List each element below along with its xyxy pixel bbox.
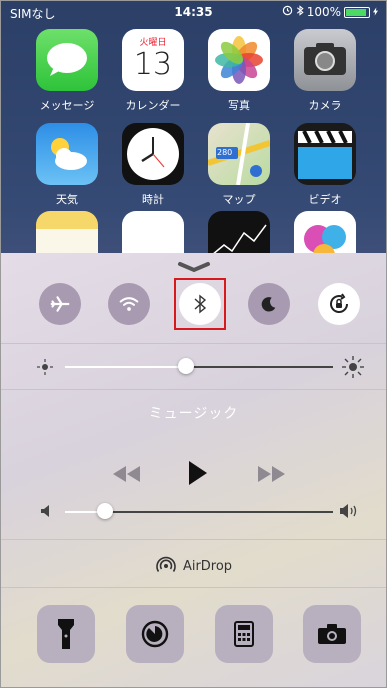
wifi-icon [119,297,139,311]
charging-icon [373,5,378,19]
camera-button[interactable] [303,605,361,663]
divider [1,343,386,344]
maps-icon: 280 [208,123,270,185]
calendar-icon: 火曜日 13 [122,29,184,91]
clock-icon [122,123,184,185]
screen: SIMなし 14:35 100% メッセージ 火曜日 13 カレンダー 写真 カ… [0,0,387,688]
calculator-button[interactable] [215,605,273,663]
do-not-disturb-toggle[interactable] [248,283,290,325]
chevron-down-icon[interactable] [176,261,212,273]
app-label: 写真 [228,99,250,112]
app-videos[interactable]: ビデオ [285,123,365,207]
weather-icon [36,123,98,185]
battery-icon [344,6,370,18]
airdrop-label: AirDrop [182,558,233,574]
bluetooth-status-icon [296,5,304,19]
moon-icon [261,297,276,312]
app-weather[interactable]: 天気 [27,123,107,207]
status-bar: SIMなし 14:35 100% [1,1,386,21]
music-title: ミュージック [148,406,239,422]
app-label: カレンダー [125,99,181,112]
camera-app-icon [294,29,356,91]
maps-badge: 280 [217,148,233,157]
airdrop-icon [156,556,176,572]
app-clock[interactable]: 時計 [113,123,193,207]
battery-percent: 100% [306,5,341,19]
app-label: メッセージ [39,99,95,112]
brightness-low-icon [37,359,53,375]
divider [1,539,386,540]
app-label: カメラ [308,99,342,112]
app-maps[interactable]: 280 マップ [199,123,279,207]
app-messages[interactable]: メッセージ [27,29,107,113]
brightness-high-icon [342,356,364,378]
app-camera[interactable]: カメラ [285,29,365,113]
rotation-lock-icon [330,293,348,313]
timer-button[interactable] [126,605,184,663]
play-icon[interactable] [187,459,209,487]
app-photos[interactable]: 写真 [199,29,279,113]
control-center: ミュージック AirDrop [1,253,386,687]
airdrop-button[interactable]: AirDrop [1,555,386,577]
volume-low-icon [41,505,49,517]
messages-icon [36,29,98,91]
app-label: 時計 [142,193,164,206]
bluetooth-highlight-box [174,278,226,330]
alarm-icon [282,5,293,19]
status-right: 100% [282,5,378,19]
airplane-icon [50,296,70,312]
app-label: マップ [222,193,256,206]
calculator-icon [234,621,254,647]
camera-icon [318,624,346,644]
divider [1,389,386,390]
divider [1,587,386,588]
flashlight-icon [58,619,74,649]
airplane-mode-toggle[interactable] [39,283,81,325]
brightness-knob[interactable] [177,358,194,374]
rewind-icon[interactable] [111,465,141,483]
volume-high-icon [340,504,357,518]
fast-forward-icon[interactable] [257,465,287,483]
videos-icon [294,123,356,185]
timer-icon [141,620,169,648]
wifi-toggle[interactable] [108,283,150,325]
calendar-day: 13 [133,47,173,82]
rotation-lock-toggle[interactable] [318,283,360,325]
volume-knob[interactable] [97,503,114,519]
app-calendar[interactable]: 火曜日 13 カレンダー [113,29,193,113]
brightness-fill [65,366,186,368]
photos-icon [208,29,270,91]
flashlight-button[interactable] [37,605,95,663]
app-label: ビデオ [308,193,342,206]
playback-controls [1,459,386,489]
app-label: 天気 [56,193,78,206]
